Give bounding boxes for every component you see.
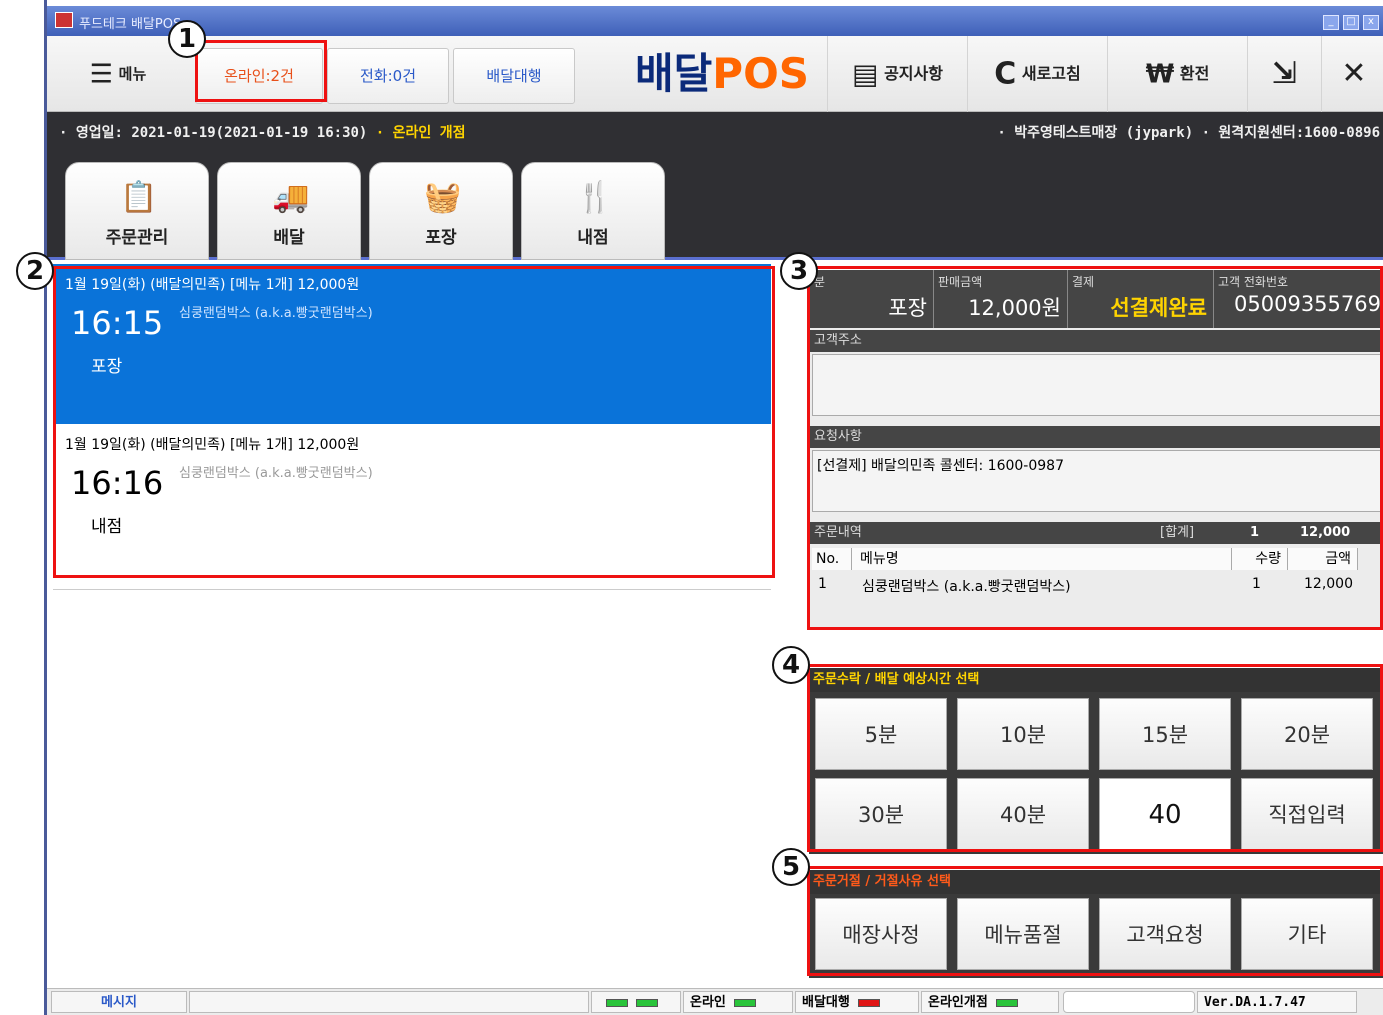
truck-icon: 🚚 <box>272 180 310 215</box>
progress-field <box>1063 991 1195 1013</box>
notice-label: 공지사항 <box>884 64 943 83</box>
annotation-box-1 <box>195 40 327 102</box>
message-label: 메시지 <box>51 991 187 1013</box>
annotation-number-4: 4 <box>772 646 810 684</box>
tab-dine-in[interactable]: 🍴 내점 <box>521 162 665 260</box>
annotation-box-4 <box>807 664 1383 852</box>
tab-order-management[interactable]: 📋 주문관리 <box>65 162 209 260</box>
annotation-box-5 <box>807 866 1383 976</box>
led-green-icon <box>606 998 628 1007</box>
agency-status-indicator: 배달대행 <box>795 991 919 1013</box>
exchange-label: 환전 <box>1179 64 1210 83</box>
close-icon: ✕ <box>1341 56 1367 91</box>
agency-label: 배달대행 <box>802 995 850 1010</box>
brand-main: 배달 <box>635 49 713 98</box>
message-area <box>189 991 589 1013</box>
won-icon: ₩ <box>1145 59 1175 90</box>
pos-window: 푸드테크 배달POS _ □ x ☰ 메뉴 온라인:2건 전화:0건 배달대행 … <box>44 0 1383 1015</box>
status-bar: 메시지 온라인 배달대행 온라인개점 Ver.DA.1.7.47 <box>47 988 1383 1015</box>
tab-label: 포장 <box>425 228 457 248</box>
basket-icon: 🧺 <box>424 180 462 215</box>
phone-orders-tab[interactable]: 전화:0건 <box>327 48 449 104</box>
window-close-button[interactable]: x <box>1363 15 1379 30</box>
info-bar: · 영업일: 2021-01-19(2021-01-19 16:30) · 온라… <box>47 112 1383 150</box>
fork-icon: 🍴 <box>576 180 614 215</box>
notice-icon: ▤ <box>852 57 879 91</box>
app-icon <box>55 12 73 28</box>
refresh-label: 새로고침 <box>1021 64 1081 83</box>
annotation-number-5: 5 <box>772 848 810 886</box>
led-green-icon <box>733 998 756 1007</box>
delivery-agency-tab[interactable]: 배달대행 <box>453 48 575 104</box>
led-green-icon <box>636 998 658 1007</box>
notice-button[interactable]: ▤ 공지사항 <box>827 36 967 112</box>
brand-logo: 배달POS <box>635 36 809 112</box>
close-button[interactable]: ✕ <box>1321 36 1383 112</box>
tab-takeout[interactable]: 🧺 포장 <box>369 162 513 260</box>
refresh-icon: C <box>994 56 1017 92</box>
online-open-label: 온라인개점 <box>928 995 988 1010</box>
online-status: · 온라인 개점 <box>375 125 466 141</box>
version-label: Ver.DA.1.7.47 <box>1197 991 1357 1013</box>
online-label: 온라인 <box>690 995 726 1010</box>
led-red-icon <box>857 998 880 1007</box>
title-bar: 푸드테크 배달POS _ □ x <box>47 6 1383 36</box>
menu-label: 메뉴 <box>118 65 147 83</box>
minimize-to-tray-button[interactable]: ⇲ <box>1247 36 1321 112</box>
arrow-down-left-icon: ⇲ <box>1271 56 1298 91</box>
tab-label: 주문관리 <box>105 228 169 248</box>
window-title: 푸드테크 배달POS <box>79 17 182 32</box>
brand-accent: POS <box>712 49 810 98</box>
business-day: · 영업일: 2021-01-19(2021-01-19 16:30) <box>59 125 368 141</box>
tab-label: 내점 <box>577 228 609 248</box>
online-open-indicator: 온라인개점 <box>921 991 1059 1013</box>
annotation-number-2: 2 <box>16 252 54 290</box>
annotation-box-3 <box>807 266 1383 630</box>
minimize-button[interactable]: _ <box>1323 15 1339 30</box>
exchange-button[interactable]: ₩ 환전 <box>1107 36 1247 112</box>
category-tabs: 📋 주문관리 🚚 배달 🧺 포장 🍴 내점 <box>47 150 1383 260</box>
store-info: · 박주영테스트매장 (jypark) · 원격지원센터:1600-0896 <box>997 125 1380 141</box>
online-status-indicator: 온라인 <box>683 991 793 1013</box>
status-leds <box>591 991 681 1013</box>
refresh-button[interactable]: C 새로고침 <box>967 36 1107 112</box>
annotation-number-1: 1 <box>168 20 206 58</box>
annotation-number-3: 3 <box>780 252 818 290</box>
clipboard-icon: 📋 <box>120 180 158 215</box>
annotation-box-2 <box>53 266 775 578</box>
maximize-button[interactable]: □ <box>1343 15 1359 30</box>
led-green-icon <box>995 998 1018 1007</box>
hamburger-icon: ☰ <box>89 59 114 90</box>
menu-button[interactable]: ☰ 메뉴 <box>63 36 173 112</box>
tab-label: 배달 <box>273 228 305 248</box>
tab-delivery[interactable]: 🚚 배달 <box>217 162 361 260</box>
